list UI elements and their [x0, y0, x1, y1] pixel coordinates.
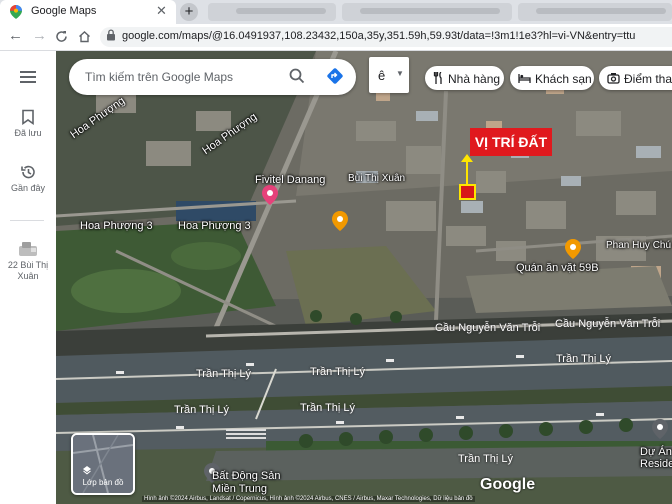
chevron-down-icon: ▼ — [396, 69, 404, 78]
map-label-street: Hoa Phượng 3 — [80, 220, 153, 232]
chip-label: Nhà hàng — [448, 72, 501, 86]
input-language-value: ê — [378, 68, 386, 83]
restaurant-icon — [433, 72, 442, 84]
google-logo: Google — [480, 476, 536, 493]
satellite-imagery — [56, 51, 672, 504]
address-bar[interactable]: google.com/maps/@16.0491937,108.23432,15… — [100, 27, 672, 47]
map-label-road: Trần Thị Lý — [196, 368, 252, 380]
layers-icon — [83, 466, 91, 475]
input-language-selector[interactable]: ê ▼ — [369, 57, 409, 93]
map-label-place: Miền Trung — [212, 483, 268, 495]
map-label-road: Trần Thị Lý — [300, 402, 356, 414]
maps-search-box[interactable]: Tìm kiếm trên Google Maps — [69, 59, 356, 95]
tab-blurred-title — [536, 8, 666, 14]
google-maps-favicon-icon — [10, 5, 22, 19]
sidebar-item-recent[interactable]: Gần đây — [0, 164, 56, 194]
map-label-road: Trần Thị Lý — [458, 453, 514, 465]
menu-icon[interactable] — [20, 71, 36, 83]
home-icon[interactable] — [78, 30, 91, 43]
chip-label: Điểm tham — [624, 72, 672, 86]
land-position-label: VỊ TRÍ ĐẤT — [470, 128, 552, 156]
map-label-street: Hoa Phượng 3 — [178, 220, 251, 232]
layers-label: Lớp bản đồ — [82, 478, 124, 487]
chip-attractions[interactable]: Điểm tham — [599, 66, 672, 90]
browser-tab-bar: Google Maps ✕ + — [0, 0, 672, 24]
sidebar-item-label: Gần đây — [10, 183, 46, 193]
place-thumbnail-icon — [19, 242, 37, 256]
browser-toolbar: ← → google.com/maps/@16.0491937,108.2343… — [0, 24, 672, 51]
search-input[interactable]: Tìm kiếm trên Google Maps — [85, 70, 233, 84]
url-text: google.com/maps/@16.0491937,108.23432,15… — [122, 30, 636, 42]
maps-side-rail: Đã lưu Gần đây 22 Bùi Thị Xuân — [0, 51, 57, 504]
land-position-marker — [459, 184, 476, 200]
map-label-place: Fivitel Danang — [255, 174, 326, 186]
sidebar-item-label: Đã lưu — [14, 128, 42, 138]
browser-tab-google-maps[interactable]: Google Maps ✕ — [0, 0, 176, 24]
sidebar-item-label: 22 Bùi Thị Xuân — [7, 260, 49, 281]
back-arrow-icon[interactable]: ← — [8, 27, 23, 45]
map-label-place: Quán ăn vặt 59B — [516, 262, 599, 274]
tab-blurred-title — [360, 8, 500, 14]
hotel-icon — [518, 74, 531, 83]
satellite-map[interactable] — [56, 51, 672, 504]
map-layers-button[interactable]: Lớp bản đồ — [71, 433, 135, 495]
rail-divider — [10, 220, 44, 221]
map-label-place: Dự Án — [640, 446, 672, 458]
search-icon[interactable] — [289, 68, 305, 84]
sidebar-item-saved[interactable]: Đã lưu — [0, 109, 56, 139]
map-label-road: Trần Thị Lý — [174, 404, 230, 416]
forward-arrow-icon[interactable]: → — [32, 27, 47, 45]
camera-icon — [607, 73, 620, 84]
new-tab-button[interactable]: + — [180, 3, 198, 21]
map-label-place: Reside — [640, 458, 672, 470]
chip-restaurants[interactable]: Nhà hàng — [425, 66, 504, 90]
map-label-place: Bất Động Sản — [212, 470, 281, 482]
map-label-road: Trần Thị Lý — [310, 366, 366, 378]
directions-icon[interactable] — [326, 67, 344, 85]
map-label-road: Trần Thị Lý — [556, 353, 612, 365]
history-icon — [21, 165, 35, 179]
lock-icon[interactable] — [106, 29, 116, 41]
chip-hotels[interactable]: Khách sạn — [510, 66, 594, 90]
tab-title: Google Maps — [31, 5, 97, 17]
map-label-street: Phan Huy Chú — [606, 240, 672, 251]
map-label-road: Cầu Nguyễn Văn Trỗi — [555, 318, 661, 330]
tab-blurred-title — [236, 8, 326, 14]
tab-close-icon[interactable]: ✕ — [156, 3, 167, 19]
marker-arrowhead-icon — [461, 154, 473, 162]
sidebar-item-place[interactable]: 22 Bùi Thị Xuân — [0, 239, 56, 282]
map-attribution[interactable]: Hình ảnh ©2024 Airbus, Landsat / Coperni… — [142, 496, 475, 502]
map-label-road: Cầu Nguyễn Văn Trỗi — [435, 322, 541, 334]
chip-label: Khách sạn — [535, 72, 592, 86]
bookmark-icon — [22, 109, 34, 125]
map-label-street: Bùi Thị Xuân — [348, 173, 406, 184]
reload-icon[interactable] — [55, 30, 68, 43]
